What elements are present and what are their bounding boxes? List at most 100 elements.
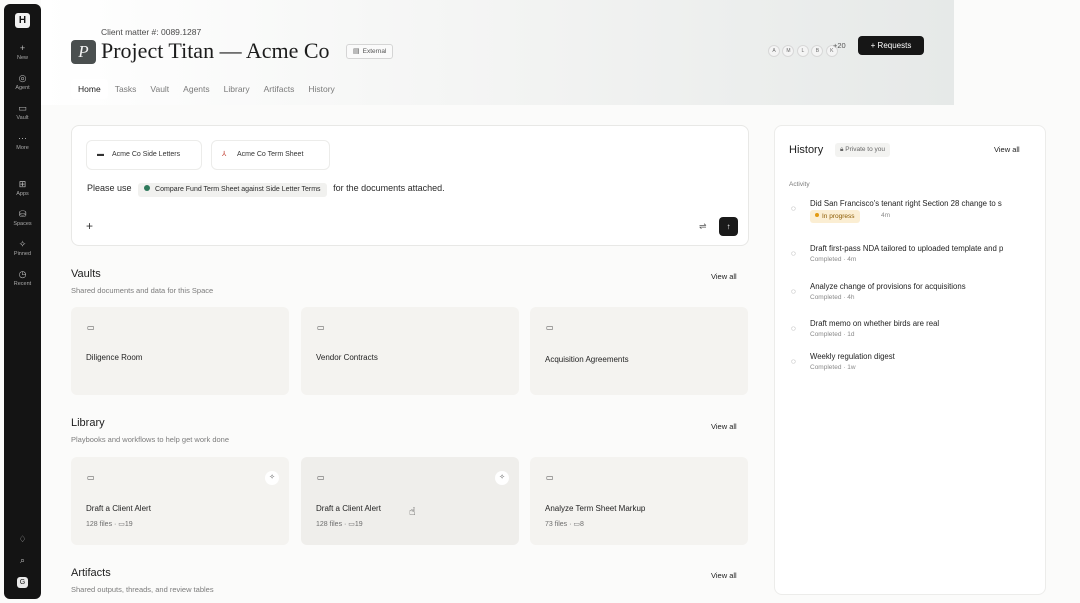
history-item[interactable]: ◌ Draft first-pass NDA tailored to uploa… — [789, 244, 1029, 268]
workflow-meta: 128 files · ▭19 — [316, 521, 363, 528]
prompt-composer[interactable]: ▬ Acme Co Side Letters ⅄ Acme Co Term Shee… — [71, 125, 749, 246]
sidebar-item-pinned[interactable]: ✧ Pinned — [4, 238, 41, 258]
section-subtitle-vaults: Shared documents and data for this Space — [71, 286, 214, 295]
sidebar-item-vault[interactable]: ▭ Vault — [4, 102, 41, 122]
recent-icon: ◷ — [18, 269, 27, 279]
avatar[interactable]: G — [17, 577, 28, 588]
history-item-status: Completed · 4m — [810, 256, 857, 263]
tab-home[interactable]: Home — [71, 79, 108, 99]
left-sidebar: H + New ◎ Agent ▭ Vault ··· More ⊞ Apps … — [4, 4, 41, 599]
folder-icon: ▭ — [546, 323, 554, 332]
library-view-all-link[interactable]: View all — [711, 422, 737, 431]
history-item[interactable]: ◌ Analyze change of provisions for acqui… — [789, 282, 1029, 306]
sidebar-item-apps[interactable]: ⊞ Apps — [4, 178, 41, 198]
status-label: In progress — [822, 213, 855, 220]
prompt-text[interactable]: Please use Compare Fund Term Sheet again… — [87, 183, 445, 197]
history-item-status: Completed · 1d — [810, 331, 855, 338]
avatar: A — [768, 45, 780, 57]
status-time: 4m — [881, 212, 891, 219]
add-attachment-button[interactable]: + — [86, 219, 93, 233]
document-name: Acme Co Term Sheet — [237, 151, 304, 158]
artifacts-view-all-link[interactable]: View all — [711, 571, 737, 580]
private-badge: 🔒︎ Private to you — [835, 143, 891, 157]
history-item[interactable]: ◌ Draft memo on whether birds are real C… — [789, 319, 1029, 343]
folder-icon: ▭ — [546, 473, 554, 482]
vault-name: Acquisition Agreements — [545, 355, 629, 364]
member-count[interactable]: +20 — [833, 41, 846, 50]
section-title-artifacts: Artifacts — [71, 567, 111, 579]
external-tag: ▤ External — [346, 44, 394, 59]
workflow-name: Draft a Client Alert — [316, 504, 381, 513]
settings-sliders-icon[interactable]: ⇌ — [699, 221, 707, 232]
member-avatars[interactable]: A M L B K — [768, 39, 838, 57]
document-name: Acme Co Side Letters — [112, 151, 181, 158]
more-icon: ··· — [18, 133, 27, 143]
sidebar-item-label: Apps — [16, 191, 29, 197]
history-item[interactable]: ◌ Did San Francisco's tenant right Secti… — [789, 199, 1029, 227]
sidebar-item-more[interactable]: ··· More — [4, 132, 41, 152]
sidebar-item-new[interactable]: + New — [4, 42, 41, 62]
bell-icon[interactable]: ♢ — [4, 534, 41, 545]
prompt-prefix: Please use — [87, 183, 132, 193]
vault-card[interactable]: ▭ Vendor Contracts — [301, 307, 519, 395]
workflow-name: Compare Fund Term Sheet against Side Let… — [155, 186, 321, 193]
space-badge: P — [71, 40, 96, 64]
vault-name: Vendor Contracts — [316, 353, 378, 362]
history-item-title: Did San Francisco's tenant right Section… — [810, 199, 1002, 208]
history-item-status: Completed · 4h — [810, 294, 855, 301]
agent-icon: ◎ — [18, 73, 27, 83]
private-label: Private to you — [845, 146, 886, 153]
section-subtitle-artifacts: Shared outputs, threads, and review tabl… — [71, 585, 214, 594]
sidebar-item-label: Pinned — [13, 251, 32, 257]
library-card[interactable]: ▭ Analyze Term Sheet Markup 73 files · ▭… — [530, 457, 748, 545]
sidebar-item-spaces[interactable]: ⛁ Spaces — [4, 208, 41, 228]
history-view-all-link[interactable]: View all — [994, 145, 1020, 154]
sidebar-item-label: Vault — [16, 115, 29, 121]
pin-icon[interactable]: ✧ — [265, 471, 279, 485]
avatar: B — [811, 45, 824, 57]
hand-cursor-icon: ☝ — [409, 506, 416, 518]
folder-icon: ▭ — [87, 323, 95, 332]
workflow-icon — [144, 185, 151, 191]
sidebar-item-recent[interactable]: ◷ Recent — [4, 268, 41, 288]
folder-icon: ▭ — [317, 473, 325, 482]
library-card[interactable]: ▭ ✧ Draft a Client Alert 128 files · ▭19 — [71, 457, 289, 545]
vaults-view-all-link[interactable]: View all — [711, 272, 737, 281]
app-logo[interactable]: H — [15, 13, 30, 28]
apps-icon: ⊞ — [18, 179, 27, 189]
tab-agents[interactable]: Agents — [176, 79, 216, 99]
tab-tasks[interactable]: Tasks — [108, 79, 144, 99]
workflow-chip[interactable]: Compare Fund Term Sheet against Side Let… — [138, 183, 327, 197]
workflow-meta: 73 files · ▭8 — [545, 521, 584, 528]
library-card[interactable]: ▭ ✧ Draft a Client Alert 128 files · ▭19 — [301, 457, 519, 545]
vault-card[interactable]: ▭ Acquisition Agreements — [530, 307, 748, 395]
activity-label: Activity — [789, 181, 810, 188]
search-icon[interactable]: ⌕ — [4, 555, 41, 566]
tab-vault[interactable]: Vault — [143, 79, 176, 99]
vault-card[interactable]: ▭ Diligence Room — [71, 307, 289, 395]
tab-history[interactable]: History — [301, 79, 341, 99]
attached-document[interactable]: ▬ Acme Co Side Letters — [86, 140, 202, 170]
workflow-name: Draft a Client Alert — [86, 504, 151, 513]
avatar: L — [796, 45, 809, 57]
sidebar-item-label: New — [16, 55, 28, 61]
pin-icon[interactable]: ✧ — [495, 471, 509, 485]
send-button[interactable]: ↑ — [719, 217, 738, 236]
history-item-title: Draft memo on whether birds are real — [810, 319, 940, 328]
external-tag-label: External — [362, 48, 387, 55]
requests-button[interactable]: + Requests — [858, 36, 924, 55]
status-badge: In progress — [810, 210, 860, 223]
sidebar-item-agent[interactable]: ◎ Agent — [4, 72, 41, 92]
history-title: History — [789, 144, 824, 156]
folder-icon: ▭ — [87, 473, 95, 482]
prompt-suffix: for the documents attached. — [333, 183, 445, 193]
history-item-title: Analyze change of provisions for acquisi… — [810, 282, 966, 291]
tab-library[interactable]: Library — [217, 79, 257, 99]
attached-document[interactable]: ⅄ Acme Co Term Sheet — [211, 140, 330, 170]
tab-artifacts[interactable]: Artifacts — [257, 79, 302, 99]
folder-icon: ▭ — [317, 323, 325, 332]
history-item[interactable]: ◌ Weekly regulation digest Completed · 1… — [789, 352, 1029, 376]
pin-icon: ✧ — [18, 239, 27, 249]
sidebar-item-label: Recent — [13, 281, 32, 287]
section-title-library: Library — [71, 417, 105, 429]
